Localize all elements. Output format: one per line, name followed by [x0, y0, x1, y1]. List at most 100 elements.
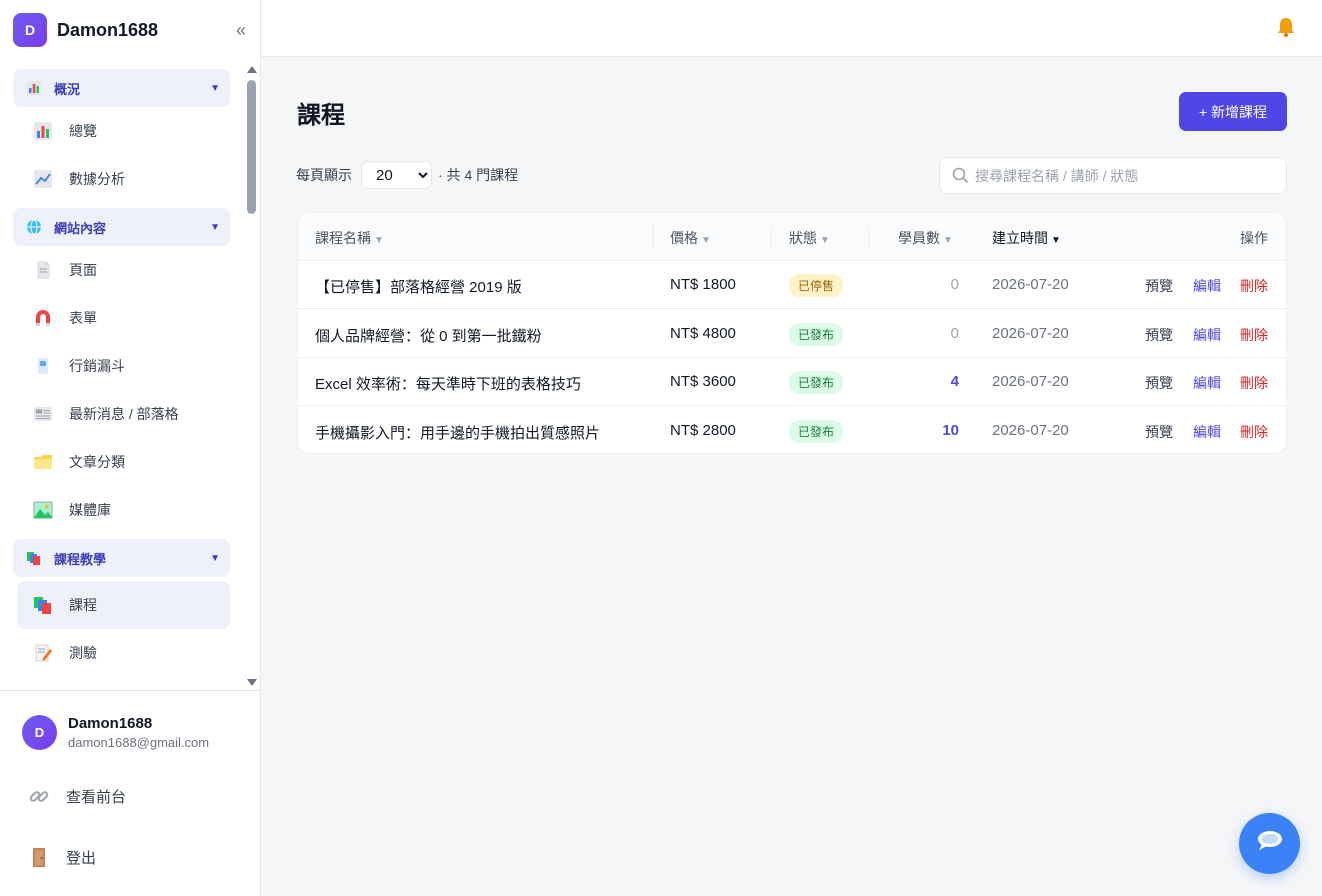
link-icon [28, 785, 50, 807]
sort-icon: ▼ [1051, 235, 1061, 246]
status-badge: 已停售 [789, 274, 844, 297]
sidebar-item-news-blog[interactable]: 最新消息 / 部落格 [13, 390, 230, 438]
chevron-down-icon: ▼ [210, 552, 220, 564]
sidebar-nav: 概況 ▼ 總覽 數據分析 網站內容 ▼ 頁面 表單 行銷漏斗 最新消息 / 部落… [0, 64, 261, 688]
preview-button[interactable]: 預覽 [1145, 276, 1173, 296]
per-page-label: 每頁顯示 [296, 167, 352, 183]
sort-icon: ▼ [943, 235, 953, 246]
table-row: 手機攝影入門：用手邊的手機拍出質感照片 NT$ 2800 已發布 10 2026… [298, 407, 1286, 453]
view-site-link[interactable]: 查看前台 [28, 785, 126, 807]
preview-button[interactable]: 預覽 [1145, 422, 1173, 442]
sidebar-item-categories[interactable]: 文章分類 [13, 438, 230, 486]
column-header-created[interactable]: 建立時間 ▼ [992, 228, 1061, 248]
sidebar-item-quizzes[interactable]: 測驗 [13, 629, 230, 677]
nav-group-site-content[interactable]: 網站內容 ▼ [13, 208, 230, 246]
chevron-down-icon: ▼ [210, 82, 220, 94]
table-row: Excel 效率術：每天準時下班的表格技巧 NT$ 3600 已發布 4 202… [298, 358, 1286, 406]
sidebar-item-label: 總覽 [69, 123, 97, 139]
page-title: 課程 [297, 102, 345, 129]
student-count[interactable]: 10 [942, 422, 959, 439]
per-page-select[interactable]: 20 [361, 161, 432, 189]
page-icon [33, 260, 53, 280]
course-name: 個人品牌經營：從 0 到第一批鐵粉 [315, 328, 542, 345]
student-count[interactable]: 4 [951, 373, 959, 390]
scroll-up-arrow-icon[interactable] [247, 66, 257, 73]
add-course-button[interactable]: + 新增課程 [1179, 92, 1287, 131]
avatar: D [22, 715, 57, 750]
course-name: 手機攝影入門：用手邊的手機拍出質感照片 [315, 425, 601, 442]
sidebar-item-label: 測驗 [69, 645, 97, 661]
nav-group-overview[interactable]: 概況 ▼ [13, 69, 230, 107]
sort-icon: ▼ [374, 235, 384, 246]
edit-button[interactable]: 編輯 [1193, 373, 1221, 393]
search-box[interactable] [939, 157, 1287, 194]
sidebar-item-courses[interactable]: 課程 [17, 581, 230, 629]
delete-button[interactable]: 刪除 [1240, 373, 1268, 393]
column-header-status[interactable]: 狀態 ▼ [789, 228, 830, 248]
courses-table: 課程名稱 ▼ 價格 ▼ 狀態 ▼ 學員數 ▼ 建立時間 ▼ 操作 【已停售】部落格經營 2… [297, 212, 1287, 454]
brand: D Damon1688 « [13, 13, 248, 47]
nav-group-label: 概況 [54, 81, 81, 97]
sort-icon: ▼ [820, 235, 830, 246]
sidebar: D Damon1688 « 概況 ▼ 總覽 數據分析 網站內容 ▼ 頁面 表單 … [0, 0, 261, 896]
created-date: 2026-07-20 [992, 276, 1069, 293]
logout-button[interactable]: 登出 [28, 846, 96, 868]
edit-button[interactable]: 編輯 [1193, 422, 1221, 442]
delete-button[interactable]: 刪除 [1240, 325, 1268, 345]
books-icon [26, 550, 42, 566]
sidebar-item-forms[interactable]: 表單 [13, 294, 230, 342]
bar-chart-icon [33, 121, 53, 141]
magnet-icon [33, 308, 53, 328]
door-icon [28, 846, 50, 868]
sidebar-item-pages[interactable]: 頁面 [13, 246, 230, 294]
preview-button[interactable]: 預覽 [1145, 325, 1173, 345]
sidebar-footer: D Damon1688 damon1688@gmail.com 查看前台 登出 [0, 690, 260, 896]
globe-icon [26, 219, 42, 235]
nav-group-courses[interactable]: 課程教學 ▼ [13, 539, 230, 577]
edit-button[interactable]: 編輯 [1193, 276, 1221, 296]
sidebar-item-analytics[interactable]: 數據分析 [13, 155, 230, 203]
chat-bubble-icon [1255, 828, 1285, 859]
funnel-icon [33, 356, 53, 376]
column-header-actions: 操作 [1240, 230, 1268, 246]
user-name: Damon1688 [68, 715, 153, 732]
delete-button[interactable]: 刪除 [1240, 276, 1268, 296]
nav-group-label: 課程教學 [54, 551, 107, 567]
collapse-sidebar-button[interactable]: « [236, 20, 248, 41]
course-price: NT$ 1800 [670, 276, 736, 293]
column-header-students[interactable]: 學員數 ▼ [898, 228, 953, 248]
newspaper-icon [33, 404, 53, 424]
chat-button[interactable] [1239, 813, 1300, 874]
trend-chart-icon [33, 169, 53, 189]
bell-icon[interactable] [1276, 16, 1296, 44]
sidebar-item-label: 最新消息 / 部落格 [69, 406, 179, 422]
search-input[interactable] [975, 167, 1286, 184]
status-badge: 已發布 [789, 420, 844, 443]
column-header-price[interactable]: 價格 ▼ [670, 228, 711, 248]
delete-button[interactable]: 刪除 [1240, 422, 1268, 442]
sidebar-item-label: 頁面 [69, 262, 97, 278]
column-header-name[interactable]: 課程名稱 ▼ [315, 228, 384, 248]
brand-name: Damon1688 [57, 19, 159, 40]
status-badge: 已發布 [789, 371, 844, 394]
sort-icon: ▼ [701, 235, 711, 246]
sidebar-item-dashboard[interactable]: 總覽 [13, 107, 230, 155]
preview-button[interactable]: 預覽 [1145, 373, 1173, 393]
table-row: 個人品牌經營：從 0 到第一批鐵粉 NT$ 4800 已發布 0 2026-07… [298, 310, 1286, 358]
chart-icon [26, 80, 42, 96]
course-price: NT$ 4800 [670, 325, 736, 342]
nav-group-label: 網站內容 [54, 220, 107, 236]
scrollbar-thumb[interactable] [247, 80, 256, 214]
sidebar-item-media[interactable]: 媒體庫 [13, 486, 230, 534]
table-row: 【已停售】部落格經營 2019 版 NT$ 1800 已停售 0 2026-07… [298, 261, 1286, 309]
topbar [261, 0, 1322, 57]
sidebar-scrollbar[interactable] [245, 64, 259, 688]
sidebar-item-funnels[interactable]: 行銷漏斗 [13, 342, 230, 390]
scroll-down-arrow-icon[interactable] [247, 679, 257, 686]
course-name: 【已停售】部落格經營 2019 版 [315, 279, 522, 296]
user-profile[interactable]: D Damon1688 damon1688@gmail.com [22, 715, 209, 750]
edit-button[interactable]: 編輯 [1193, 325, 1221, 345]
sidebar-item-label: 媒體庫 [69, 502, 111, 518]
student-count: 0 [950, 325, 959, 342]
logout-label: 登出 [66, 849, 97, 867]
